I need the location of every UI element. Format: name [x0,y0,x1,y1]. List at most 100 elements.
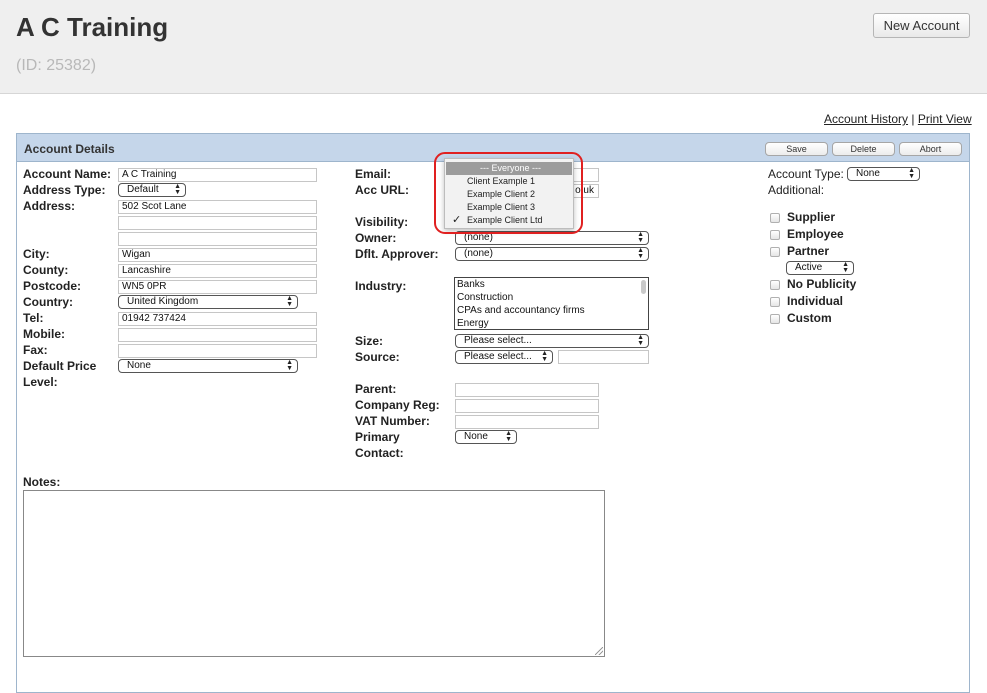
default-price-select[interactable]: None ▲ ▼ [118,359,298,373]
account-name-input[interactable]: A C Training [118,168,317,182]
custom-checkbox[interactable] [770,314,780,324]
resize-grip-icon[interactable] [595,647,603,655]
select-arrows-icon: ▲ ▼ [637,247,644,260]
primary-contact-label: Primary [355,430,400,444]
select-arrows-icon: ▲ ▼ [174,183,181,196]
additional-label: Additional: [768,183,825,197]
source-detail-input[interactable] [558,350,649,364]
individual-checkbox[interactable] [770,297,780,307]
fax-label: Fax: [23,343,48,357]
partner-status-value: Active [795,262,823,273]
link-separator: | [911,112,915,126]
custom-label: Custom [787,311,832,325]
tel-input[interactable]: 01942 737424 [118,312,317,326]
mobile-input[interactable] [118,328,317,342]
select-arrows-icon: ▲ ▼ [505,430,512,443]
industry-scrollbar[interactable] [641,280,646,294]
account-type-label: Account Type: [768,167,844,181]
abort-button[interactable]: Abort [899,142,962,156]
top-links: Account History | Print View [824,112,972,126]
country-label: Country: [23,295,73,309]
supplier-label: Supplier [787,210,836,224]
mobile-label: Mobile: [23,327,65,341]
industry-option[interactable]: Banks [455,278,648,291]
address-label: Address: [23,199,76,213]
print-view-link[interactable]: Print View [918,112,972,126]
industry-listbox[interactable]: Banks Construction CPAs and accountancy … [454,277,649,330]
company-reg-input[interactable] [455,399,599,413]
account-type-value: None [856,168,880,179]
notes-textarea[interactable] [23,490,605,657]
default-approver-select[interactable]: (none) ▲ ▼ [455,247,649,261]
fax-input[interactable] [118,344,317,358]
address-type-value: Default [127,184,159,195]
vat-number-input[interactable] [455,415,599,429]
country-value: United Kingdom [127,296,199,307]
default-price-label: Default Price [23,359,97,373]
partner-label: Partner [787,244,830,258]
email-label: Email: [355,167,392,181]
address-type-select[interactable]: Default ▲ ▼ [118,183,186,197]
delete-button[interactable]: Delete [832,142,895,156]
country-select[interactable]: United Kingdom ▲ ▼ [118,295,298,309]
source-value: Please select... [464,351,532,362]
no-publicity-checkbox[interactable] [770,280,780,290]
select-arrows-icon: ▲ ▼ [637,231,644,244]
address-line3-input[interactable] [118,232,317,246]
primary-contact-value: None [464,431,488,442]
default-price-value: None [127,360,151,371]
partner-status-select[interactable]: Active ▲ ▼ [786,261,854,275]
size-value: Please select... [464,335,532,346]
vat-number-label: VAT Number: [355,414,430,428]
parent-input[interactable] [455,383,599,397]
postcode-input[interactable]: WN5 0PR [118,280,317,294]
company-reg-label: Company Reg: [355,398,440,412]
select-arrows-icon: ▲ ▼ [842,261,849,274]
individual-label: Individual [787,294,844,308]
account-name-label: Account Name: [23,167,112,181]
county-label: County: [23,263,69,277]
employee-label: Employee [787,227,844,241]
save-button[interactable]: Save [765,142,828,156]
default-price-label-level: Level: [23,375,58,389]
no-publicity-label: No Publicity [787,277,857,291]
select-arrows-icon: ▲ ▼ [286,295,293,308]
account-type-select[interactable]: None ▲ ▼ [847,167,920,181]
size-select[interactable]: Please select... ▲ ▼ [455,334,649,348]
account-id: (ID: 25382) [16,57,97,74]
acc-url-label: Acc URL: [355,183,410,197]
address-line1-input[interactable]: 502 Scot Lane [118,200,317,214]
supplier-checkbox[interactable] [770,213,780,223]
size-label: Size: [355,334,384,348]
select-arrows-icon: ▲ ▼ [908,167,915,180]
postcode-label: Postcode: [23,279,82,293]
owner-label: Owner: [355,231,397,245]
industry-option[interactable]: CPAs and accountancy firms [455,304,648,317]
default-approver-value: (none) [464,248,493,259]
tel-label: Tel: [23,311,44,325]
default-approver-label: Dflt. Approver: [355,247,439,261]
address-line2-input[interactable] [118,216,317,230]
employee-checkbox[interactable] [770,230,780,240]
account-history-link[interactable]: Account History [824,112,908,126]
city-input[interactable]: Wigan [118,248,317,262]
panel-title: Account Details [24,142,115,156]
new-account-button[interactable]: New Account [873,13,970,38]
notes-label: Notes: [23,475,61,489]
county-input[interactable]: Lancashire [118,264,317,278]
visibility-label: Visibility: [355,215,409,229]
parent-label: Parent: [355,382,397,396]
city-label: City: [23,247,50,261]
source-select[interactable]: Please select... ▲ ▼ [455,350,553,364]
select-arrows-icon: ▲ ▼ [541,350,548,363]
select-arrows-icon: ▲ ▼ [286,359,293,372]
industry-option[interactable]: Construction [455,291,648,304]
source-label: Source: [355,350,400,364]
select-arrows-icon: ▲ ▼ [637,334,644,347]
primary-contact-select[interactable]: None ▲ ▼ [455,430,517,444]
industry-option[interactable]: Energy [455,317,648,330]
primary-contact-label-2: Contact: [355,446,404,460]
partner-checkbox[interactable] [770,247,780,257]
industry-label: Industry: [355,279,407,293]
address-type-label: Address Type: [23,183,106,197]
